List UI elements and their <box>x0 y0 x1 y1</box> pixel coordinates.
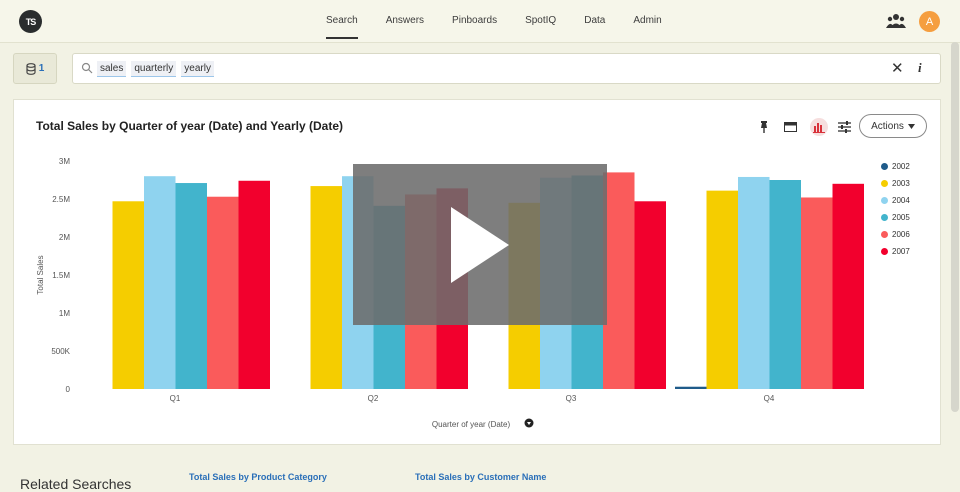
data-sources-button[interactable]: 1 <box>13 53 57 84</box>
chart-legend: 2002 2003 2004 2005 2006 2007 <box>881 158 910 260</box>
bar-2005-Q1[interactable] <box>175 183 208 389</box>
legend-item-2002[interactable]: 2002 <box>881 158 910 175</box>
thoughtspot-logo[interactable]: TS <box>19 10 42 33</box>
bar-2003-Q4[interactable] <box>706 190 739 389</box>
legend-swatch <box>881 248 888 255</box>
legend-swatch <box>881 180 888 187</box>
people-icon[interactable] <box>886 13 906 29</box>
related-search-link-product-category[interactable]: Total Sales by Product Category <box>189 472 327 482</box>
legend-swatch <box>881 197 888 204</box>
top-navigation-bar: TS Search Answers Pinboards SpotIQ Data … <box>0 0 960 43</box>
search-token-yearly[interactable]: yearly <box>181 61 214 77</box>
bar-2007-Q1[interactable] <box>238 180 271 389</box>
search-token-sales[interactable]: sales <box>97 61 127 77</box>
bar-2006-Q4[interactable] <box>801 197 833 389</box>
x-axis-label: Quarter of year (Date) <box>432 420 511 429</box>
nav-tab-spotiq[interactable]: SpotIQ <box>511 0 570 42</box>
legend-label: 2002 <box>892 162 910 171</box>
clear-search-icon[interactable]: ✕ <box>891 59 904 77</box>
legend-item-2003[interactable]: 2003 <box>881 175 910 192</box>
legend-item-2007[interactable]: 2007 <box>881 243 910 260</box>
legend-item-2005[interactable]: 2005 <box>881 209 910 226</box>
nav-tab-answers[interactable]: Answers <box>372 0 438 42</box>
legend-label: 2007 <box>892 247 910 256</box>
nav-tab-pinboards[interactable]: Pinboards <box>438 0 511 42</box>
bar-2004-Q4[interactable] <box>738 176 770 389</box>
search-tokens: sales quarterly yearly <box>97 61 214 77</box>
nav-tab-data[interactable]: Data <box>570 0 619 42</box>
info-icon[interactable]: i <box>918 60 922 76</box>
search-icon <box>81 62 93 74</box>
bar-2006-Q3[interactable] <box>603 172 635 389</box>
user-avatar[interactable]: A <box>919 11 940 32</box>
legend-label: 2006 <box>892 230 910 239</box>
data-sources-count: 1 <box>38 63 45 74</box>
bar-2003-Q1[interactable] <box>112 201 145 389</box>
search-token-quarterly[interactable]: quarterly <box>131 61 177 77</box>
nav-tabs: Search Answers Pinboards SpotIQ Data Adm… <box>312 0 676 42</box>
y-tick-label: 3M <box>59 157 70 166</box>
y-tick-label: 1.5M <box>52 271 70 280</box>
page-scrollbar[interactable] <box>951 42 959 412</box>
x-tick-label: Q2 <box>368 394 379 403</box>
legend-swatch <box>881 214 888 221</box>
legend-swatch <box>881 163 888 170</box>
x-tick-label: Q1 <box>170 394 181 403</box>
legend-item-2006[interactable]: 2006 <box>881 226 910 243</box>
play-icon <box>451 207 509 283</box>
y-tick-label: 2M <box>59 233 70 242</box>
legend-label: 2005 <box>892 213 910 222</box>
bar-2002-Q4[interactable] <box>675 386 707 389</box>
x-tick-label: Q3 <box>566 394 577 403</box>
bar-2004-Q1[interactable] <box>144 176 176 389</box>
x-tick-label: Q4 <box>764 394 775 403</box>
y-tick-label: 0 <box>66 385 71 394</box>
y-tick-label: 2.5M <box>52 195 70 204</box>
related-search-link-customer-name[interactable]: Total Sales by Customer Name <box>415 472 546 482</box>
y-tick-label: 500K <box>51 347 70 356</box>
bar-2005-Q4[interactable] <box>769 180 802 389</box>
bar-2003-Q2[interactable] <box>310 186 343 389</box>
legend-label: 2004 <box>892 196 910 205</box>
bar-2006-Q1[interactable] <box>207 196 239 389</box>
bar-2007-Q3[interactable] <box>634 201 667 389</box>
related-searches-title: Related Searches <box>20 476 132 492</box>
y-tick-label: 1M <box>59 309 70 318</box>
search-bar[interactable]: sales quarterly yearly ✕ i <box>72 53 941 84</box>
legend-item-2004[interactable]: 2004 <box>881 192 910 209</box>
nav-tab-admin[interactable]: Admin <box>619 0 675 42</box>
bar-2007-Q4[interactable] <box>832 183 865 389</box>
database-icon <box>26 62 36 75</box>
legend-swatch <box>881 231 888 238</box>
y-axis-label: Total Sales <box>36 255 45 294</box>
legend-label: 2003 <box>892 179 910 188</box>
nav-tab-search[interactable]: Search <box>312 0 372 42</box>
video-play-overlay[interactable] <box>353 164 607 325</box>
